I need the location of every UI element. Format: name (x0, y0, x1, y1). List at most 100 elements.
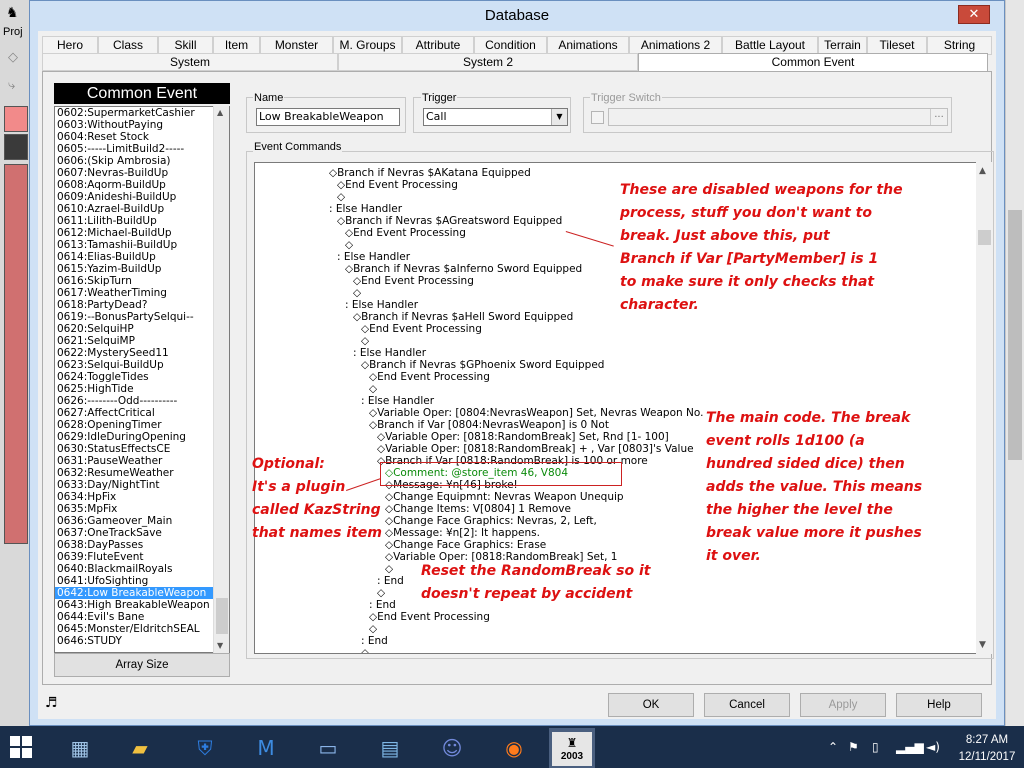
apply-button[interactable]: Apply (800, 693, 886, 717)
tab-system[interactable]: System (42, 53, 338, 71)
list-item[interactable]: 0620:SelquiHP (55, 323, 229, 335)
music-note-icon[interactable]: ♬ (45, 695, 58, 711)
name-field[interactable]: Low BreakableWeapon (256, 108, 400, 126)
command-line[interactable]: ◇ (345, 239, 353, 251)
command-line[interactable]: ◇ (361, 647, 369, 653)
list-item[interactable]: 0633:Day/NightTint (55, 479, 229, 491)
trigger-switch-field[interactable] (608, 108, 948, 126)
command-line[interactable]: ◇Message: ¥n[2]: It happens. (385, 527, 540, 539)
command-line[interactable]: ◇Branch if Nevras $GPhoenix Sword Equipp… (361, 359, 604, 371)
command-line[interactable]: : Else Handler (337, 251, 410, 263)
command-line[interactable]: : Else Handler (329, 203, 402, 215)
tool-icon[interactable]: ⤷ (8, 78, 15, 93)
command-line[interactable]: ◇Change Equipmnt: Nevras Weapon Unequip (385, 491, 624, 503)
list-item[interactable]: 0630:StatusEffectsCE (55, 443, 229, 455)
malwarebytes-icon[interactable]: M (246, 730, 286, 766)
list-item[interactable]: 0623:Selqui-BuildUp (55, 359, 229, 371)
command-line[interactable]: ◇ (361, 335, 369, 347)
command-line[interactable]: ◇Variable Oper: [0818:RandomBreak] Set, … (377, 431, 669, 443)
list-item[interactable]: 0639:FluteEvent (55, 551, 229, 563)
trigger-switch-checkbox[interactable] (591, 111, 604, 124)
list-item[interactable]: 0617:WeatherTiming (55, 287, 229, 299)
tab-system-2[interactable]: System 2 (338, 53, 638, 71)
list-item[interactable]: 0609:Anideshi-BuildUp (55, 191, 229, 203)
switch-browse-button[interactable]: ... (930, 109, 947, 125)
scroll-up-icon[interactable]: ▲ (217, 108, 223, 117)
tray-chevron-icon[interactable]: ⌃ (828, 740, 838, 754)
list-item[interactable]: 0641:UfoSighting (55, 575, 229, 587)
list-item[interactable]: 0629:IdleDuringOpening (55, 431, 229, 443)
command-line[interactable]: : End (361, 635, 388, 647)
tile-swatch[interactable] (4, 164, 28, 544)
list-item[interactable]: 0603:WithoutPaying (55, 119, 229, 131)
background-scrollbar[interactable] (1006, 0, 1024, 726)
list-item[interactable]: 0624:ToggleTides (55, 371, 229, 383)
security-shield-icon[interactable]: ⛨ (185, 730, 225, 766)
cancel-button[interactable]: Cancel (704, 693, 790, 717)
close-button[interactable]: ✕ (958, 5, 990, 24)
list-item[interactable]: 0616:SkipTurn (55, 275, 229, 287)
control-panel-icon[interactable]: ▤ (370, 730, 410, 766)
command-line[interactable]: ◇Change Face Graphics: Erase (385, 539, 546, 551)
list-item[interactable]: 0610:Azrael-BuildUp (55, 203, 229, 215)
list-item[interactable]: 0636:Gameover_Main (55, 515, 229, 527)
command-line[interactable]: ◇Branch if Nevras $aHell Sword Equipped (353, 311, 573, 323)
command-line[interactable]: ◇ (369, 623, 377, 635)
discord-icon[interactable]: ☺ (432, 730, 472, 766)
command-line[interactable]: ◇Variable Oper: [0804:NevrasWeapon] Set,… (369, 407, 703, 419)
list-item[interactable]: 0612:Michael-BuildUp (55, 227, 229, 239)
list-item[interactable]: 0635:MpFix (55, 503, 229, 515)
background-scroll-thumb[interactable] (1008, 210, 1022, 460)
list-item[interactable]: 0643:High BreakableWeapon (55, 599, 229, 611)
command-line[interactable]: ◇Variable Oper: [0818:RandomBreak] + , V… (377, 443, 694, 455)
command-line[interactable]: ◇End Event Processing (353, 275, 474, 287)
command-line[interactable]: ◇ (385, 563, 393, 575)
list-item[interactable]: 0626:--------Odd---------- (55, 395, 229, 407)
event-commands-scrollbar[interactable]: ▲ ▼ (976, 162, 992, 654)
tile-swatch[interactable] (4, 134, 28, 160)
command-line[interactable]: : End (369, 599, 396, 611)
powershell-icon[interactable]: ▭ (308, 730, 348, 766)
list-item[interactable]: 0625:HighTide (55, 383, 229, 395)
command-line[interactable]: : Else Handler (353, 347, 426, 359)
windows-start-icon[interactable] (10, 736, 32, 758)
volume-icon[interactable]: ◄) (926, 740, 940, 754)
command-line[interactable]: ◇Branch if Nevras $aInferno Sword Equipp… (345, 263, 582, 275)
list-item[interactable]: 0611:Lilith-BuildUp (55, 215, 229, 227)
list-item[interactable]: 0621:SelquiMP (55, 335, 229, 347)
scroll-up-icon[interactable]: ▲ (979, 166, 986, 176)
clock-time[interactable]: 8:27 AM (952, 734, 1022, 746)
scroll-down-icon[interactable]: ▼ (217, 641, 223, 650)
chevron-down-icon[interactable]: ▼ (551, 109, 567, 125)
rpgmaker-2003-icon[interactable]: ♜ 2003 (552, 732, 592, 766)
list-item[interactable]: 0619:--BonusPartySelqui-- (55, 311, 229, 323)
command-line[interactable]: ◇ (337, 191, 345, 203)
title-bar[interactable]: ♞ Database ✕ (6, 1, 1004, 31)
list-item[interactable]: 0637:OneTrackSave (55, 527, 229, 539)
tool-icon[interactable]: ◇ (8, 50, 18, 65)
flag-icon[interactable]: ⚑ (848, 740, 859, 754)
command-line[interactable]: ◇Change Items: V[0804] 1 Remove (385, 503, 571, 515)
tab-common-event[interactable]: Common Event (638, 53, 988, 71)
tile-swatch[interactable] (4, 106, 28, 132)
list-item[interactable]: 0622:MysterySeed11 (55, 347, 229, 359)
common-event-scrollbar[interactable]: ▲ ▼ (213, 106, 229, 653)
list-item[interactable]: 0604:Reset Stock (55, 131, 229, 143)
command-line[interactable]: ◇Change Face Graphics: Nevras, 2, Left, (385, 515, 597, 527)
list-item[interactable]: 0627:AffectCritical (55, 407, 229, 419)
trigger-dropdown[interactable]: Call ▼ (423, 108, 568, 126)
command-line[interactable]: ◇Branch if Nevras $AGreatsword Equipped (337, 215, 562, 227)
list-item[interactable]: 0602:SupermarketCashier (55, 107, 229, 119)
list-item[interactable]: 0618:PartyDead? (55, 299, 229, 311)
list-item[interactable]: 0638:DayPasses (55, 539, 229, 551)
list-item[interactable]: 0606:(Skip Ambrosia) (55, 155, 229, 167)
command-line[interactable]: ◇End Event Processing (369, 371, 490, 383)
list-item[interactable]: 0632:ResumeWeather (55, 467, 229, 479)
command-line[interactable]: ◇End Event Processing (345, 227, 466, 239)
clock-date[interactable]: 12/11/2017 (952, 751, 1022, 763)
list-item[interactable]: 0614:Elias-BuildUp (55, 251, 229, 263)
list-item[interactable]: 0634:HpFix (55, 491, 229, 503)
calculator-icon[interactable]: ▦ (60, 730, 100, 766)
scroll-down-icon[interactable]: ▼ (979, 640, 986, 650)
firefox-icon[interactable]: ◉ (494, 730, 534, 766)
